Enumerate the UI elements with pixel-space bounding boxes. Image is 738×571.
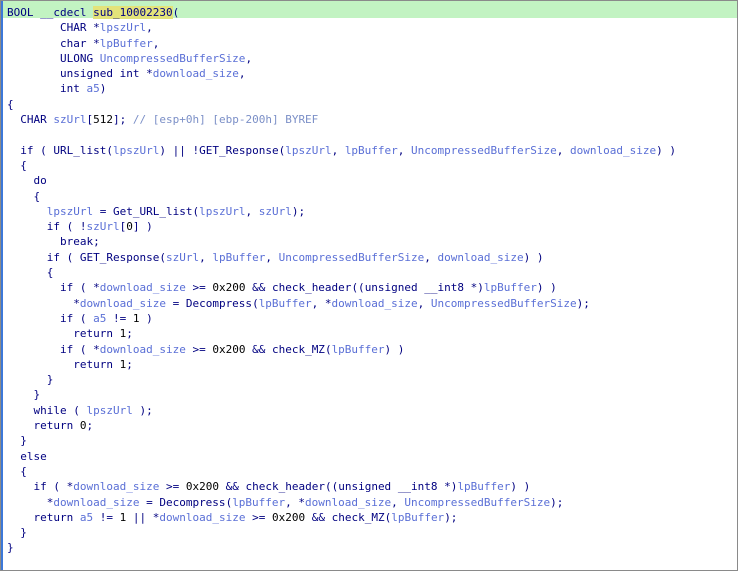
code-line[interactable]: break; [7, 234, 676, 249]
left-margin-bar [1, 1, 3, 570]
code-listing[interactable]: BOOL __cdecl sub_10002230( CHAR *lpszUrl… [7, 5, 676, 556]
code-line[interactable]: { [7, 97, 676, 112]
code-line[interactable] [7, 127, 676, 142]
code-line[interactable]: if ( *download_size >= 0x200 && check_he… [7, 479, 676, 494]
code-line[interactable]: } [7, 433, 676, 448]
code-line[interactable]: { [7, 158, 676, 173]
code-line[interactable]: while ( lpszUrl ); [7, 403, 676, 418]
code-line[interactable]: *download_size = Decompress(lpBuffer, *d… [7, 495, 676, 510]
code-line[interactable]: do [7, 173, 676, 188]
code-line[interactable]: return a5 != 1 || *download_size >= 0x20… [7, 510, 676, 525]
code-line[interactable]: CHAR *lpszUrl, [7, 20, 676, 35]
code-line[interactable]: unsigned int *download_size, [7, 66, 676, 81]
code-line[interactable]: ULONG UncompressedBufferSize, [7, 51, 676, 66]
pseudocode-view: BOOL __cdecl sub_10002230( CHAR *lpszUrl… [0, 0, 738, 571]
code-line[interactable]: else [7, 449, 676, 464]
code-line[interactable]: { [7, 189, 676, 204]
code-line[interactable]: } [7, 525, 676, 540]
code-line[interactable]: return 0; [7, 418, 676, 433]
code-line[interactable]: if ( *download_size >= 0x200 && check_MZ… [7, 342, 676, 357]
code-line[interactable]: if ( a5 != 1 ) [7, 311, 676, 326]
code-line[interactable]: { [7, 265, 676, 280]
code-line[interactable]: *download_size = Decompress(lpBuffer, *d… [7, 296, 676, 311]
code-line[interactable]: return 1; [7, 357, 676, 372]
code-line[interactable]: } [7, 540, 676, 555]
code-line[interactable]: char *lpBuffer, [7, 36, 676, 51]
code-line[interactable]: BOOL __cdecl sub_10002230( [7, 5, 676, 20]
code-line[interactable]: return 1; [7, 326, 676, 341]
code-line[interactable]: { [7, 464, 676, 479]
code-line[interactable]: if ( GET_Response(szUrl, lpBuffer, Uncom… [7, 250, 676, 265]
code-line[interactable]: } [7, 372, 676, 387]
code-line[interactable]: if ( *download_size >= 0x200 && check_he… [7, 280, 676, 295]
code-line[interactable]: } [7, 387, 676, 402]
code-line[interactable]: lpszUrl = Get_URL_list(lpszUrl, szUrl); [7, 204, 676, 219]
code-line[interactable]: if ( !szUrl[0] ) [7, 219, 676, 234]
code-line[interactable]: int a5) [7, 81, 676, 96]
code-line[interactable]: if ( URL_list(lpszUrl) || !GET_Response(… [7, 143, 676, 158]
code-line[interactable]: CHAR szUrl[512]; // [esp+0h] [ebp-200h] … [7, 112, 676, 127]
